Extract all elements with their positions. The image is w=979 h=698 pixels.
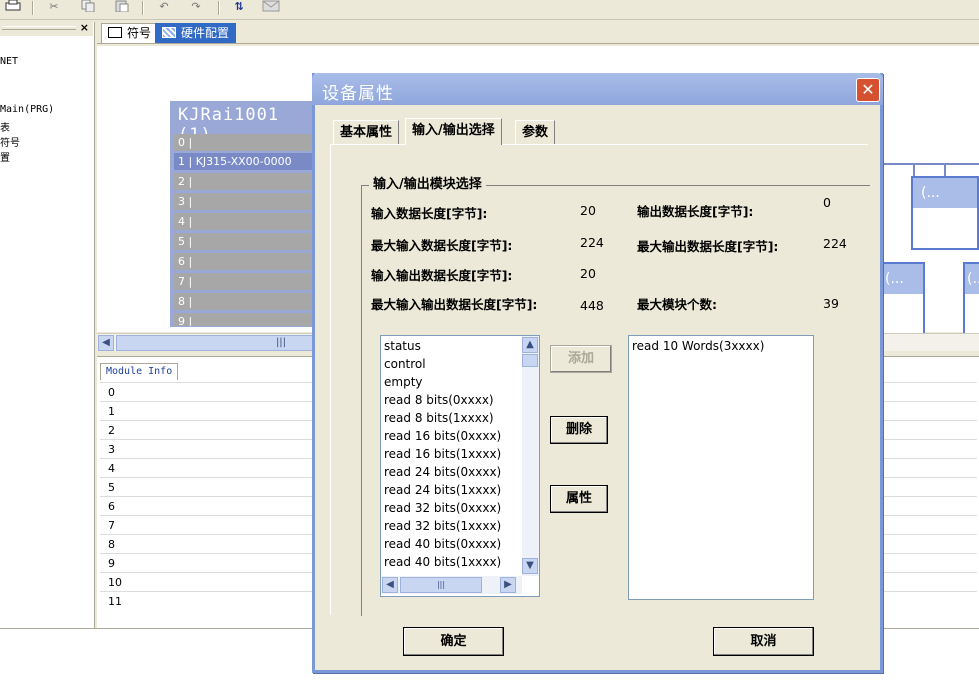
max-io-length-value: 448 xyxy=(580,298,604,313)
dialog-titlebar[interactable]: 设备属性 ✕ xyxy=(312,73,883,105)
rail-slot[interactable]: 8 | xyxy=(174,293,316,311)
tab-basic-properties[interactable]: 基本属性 xyxy=(333,120,400,144)
scroll-thumb[interactable]: ||| xyxy=(400,577,482,593)
max-modules-label: 最大模块个数: xyxy=(637,297,717,312)
output-length-label: 输出数据长度[字节]: xyxy=(637,204,754,219)
properties-button[interactable]: 属性 xyxy=(550,485,608,513)
list-item[interactable]: read 8 bits(0xxxx) xyxy=(384,393,494,407)
print-icon[interactable] xyxy=(4,0,22,14)
rail-slot[interactable]: 5 | xyxy=(174,233,316,251)
tab-symbols[interactable]: 符号 xyxy=(101,23,159,43)
tree-item-table[interactable]: 表 xyxy=(0,119,10,134)
list-item[interactable]: read 16 bits(0xxxx) xyxy=(384,429,501,443)
hardware-module[interactable]: (... xyxy=(963,262,979,336)
available-modules-list[interactable]: status control empty read 8 bits(0xxxx) … xyxy=(380,335,540,597)
close-icon[interactable]: × xyxy=(80,21,89,34)
hardware-icon xyxy=(162,27,176,38)
rail-slot[interactable]: 7 | xyxy=(174,273,316,291)
tree-item-net[interactable]: NET xyxy=(0,56,18,67)
output-length-value: 0 xyxy=(823,195,831,210)
tree-item-symbols[interactable]: 符号 xyxy=(0,134,20,149)
editor-tabs: 符号 硬件配置 xyxy=(97,22,979,44)
list-item[interactable]: read 16 bits(1xxxx) xyxy=(384,447,501,461)
panel-grip[interactable] xyxy=(2,26,76,30)
rail-module[interactable]: KJRai1001 (1) 0 | 1 | KJ315-XX00-0000 2 … xyxy=(170,101,316,327)
max-output-length-label: 最大输出数据长度[字节]: xyxy=(637,239,779,254)
selected-modules-list[interactable]: read 10 Words(3xxxx) xyxy=(628,335,814,600)
rail-slot[interactable]: 2 | xyxy=(174,173,316,191)
delete-button[interactable]: 删除 xyxy=(550,416,608,444)
io-length-label: 输入输出数据长度[字节]: xyxy=(371,268,513,283)
scroll-left-icon[interactable]: ◀ xyxy=(382,577,398,593)
table-icon xyxy=(108,27,122,38)
cancel-button[interactable]: 取消 xyxy=(713,627,814,656)
paste-icon[interactable] xyxy=(114,0,130,14)
tab-hardware-config[interactable]: 硬件配置 xyxy=(155,23,237,43)
device-properties-dialog: 设备属性 ✕ 基本属性 输入/输出选择 参数 输入/输出模块选择 输入数据长度[… xyxy=(312,73,883,673)
list-item[interactable]: read 40 bits(1xxxx) xyxy=(384,555,501,569)
mail-icon[interactable] xyxy=(262,0,280,14)
max-input-length-value: 224 xyxy=(580,235,604,250)
list-item[interactable]: read 40 bits(0xxxx) xyxy=(384,537,501,551)
rail-slot[interactable]: 9 | xyxy=(174,313,316,327)
scroll-right-icon[interactable]: ▶ xyxy=(500,577,516,593)
list-item[interactable]: read 24 bits(1xxxx) xyxy=(384,483,501,497)
tree-item-config[interactable]: 置 xyxy=(0,149,10,164)
hardware-module[interactable]: (... xyxy=(911,176,979,250)
rail-slot[interactable]: 1 | KJ315-XX00-0000 xyxy=(174,153,316,171)
list-item[interactable]: read 32 bits(1xxxx) xyxy=(384,519,501,533)
max-input-length-label: 最大输入数据长度[字节]: xyxy=(371,238,513,253)
list-item[interactable]: read 24 bits(0xxxx) xyxy=(384,465,501,479)
tree-header: × xyxy=(0,21,93,36)
list-hscrollbar[interactable]: ◀ ||| ▶ xyxy=(381,576,522,594)
close-icon[interactable]: ✕ xyxy=(856,78,880,102)
input-length-value: 20 xyxy=(580,203,596,218)
max-modules-value: 39 xyxy=(823,296,839,311)
tab-parameters[interactable]: 参数 xyxy=(515,120,556,144)
list-item[interactable]: control xyxy=(384,357,426,371)
list-item[interactable]: status xyxy=(384,339,421,353)
project-tree: × NET Main(PRG) 表 符号 置 xyxy=(0,21,95,628)
input-length-label: 输入数据长度[字节]: xyxy=(371,206,488,221)
undo-icon[interactable]: ↶ xyxy=(156,0,172,14)
scroll-thumb[interactable] xyxy=(522,354,538,367)
max-output-length-value: 224 xyxy=(823,236,847,251)
copy-icon[interactable] xyxy=(80,0,96,14)
tab-module-info[interactable]: Module Info xyxy=(100,363,179,380)
rail-slot[interactable]: 0 | xyxy=(174,134,316,152)
toolbar: ✂ ↶ ↷ ⇅ xyxy=(0,0,979,20)
compare-icon[interactable]: ⇅ xyxy=(230,0,248,14)
rail-slot[interactable]: 4 | xyxy=(174,213,316,231)
list-item[interactable]: empty xyxy=(384,375,423,389)
rail-slot[interactable]: 6 | xyxy=(174,253,316,271)
redo-icon[interactable]: ↷ xyxy=(188,0,204,14)
dialog-title: 设备属性 xyxy=(322,84,394,104)
list-vscrollbar[interactable]: ▲ ▼ xyxy=(522,336,539,576)
scroll-up-icon[interactable]: ▲ xyxy=(522,337,538,353)
list-item[interactable]: read 10 Words(3xxxx) xyxy=(632,339,764,353)
scroll-down-icon[interactable]: ▼ xyxy=(522,558,538,574)
add-button[interactable]: 添加 xyxy=(550,345,612,373)
tab-io-selection[interactable]: 输入/输出选择 xyxy=(405,118,502,145)
group-title: 输入/输出模块选择 xyxy=(369,173,486,192)
rail-slot[interactable]: 3 | xyxy=(174,193,316,211)
ok-button[interactable]: 确定 xyxy=(403,627,504,656)
max-io-length-label: 最大输入输出数据长度[字节]: xyxy=(371,297,538,312)
io-length-value: 20 xyxy=(580,266,596,281)
scroll-left-icon[interactable]: ◀ xyxy=(98,335,114,351)
list-item[interactable]: read 8 bits(1xxxx) xyxy=(384,411,494,425)
tree-item-main[interactable]: Main(PRG) xyxy=(0,104,54,115)
cut-icon[interactable]: ✂ xyxy=(46,0,62,14)
hardware-module[interactable]: (... xyxy=(879,262,925,336)
list-item[interactable]: read 32 bits(0xxxx) xyxy=(384,501,501,515)
